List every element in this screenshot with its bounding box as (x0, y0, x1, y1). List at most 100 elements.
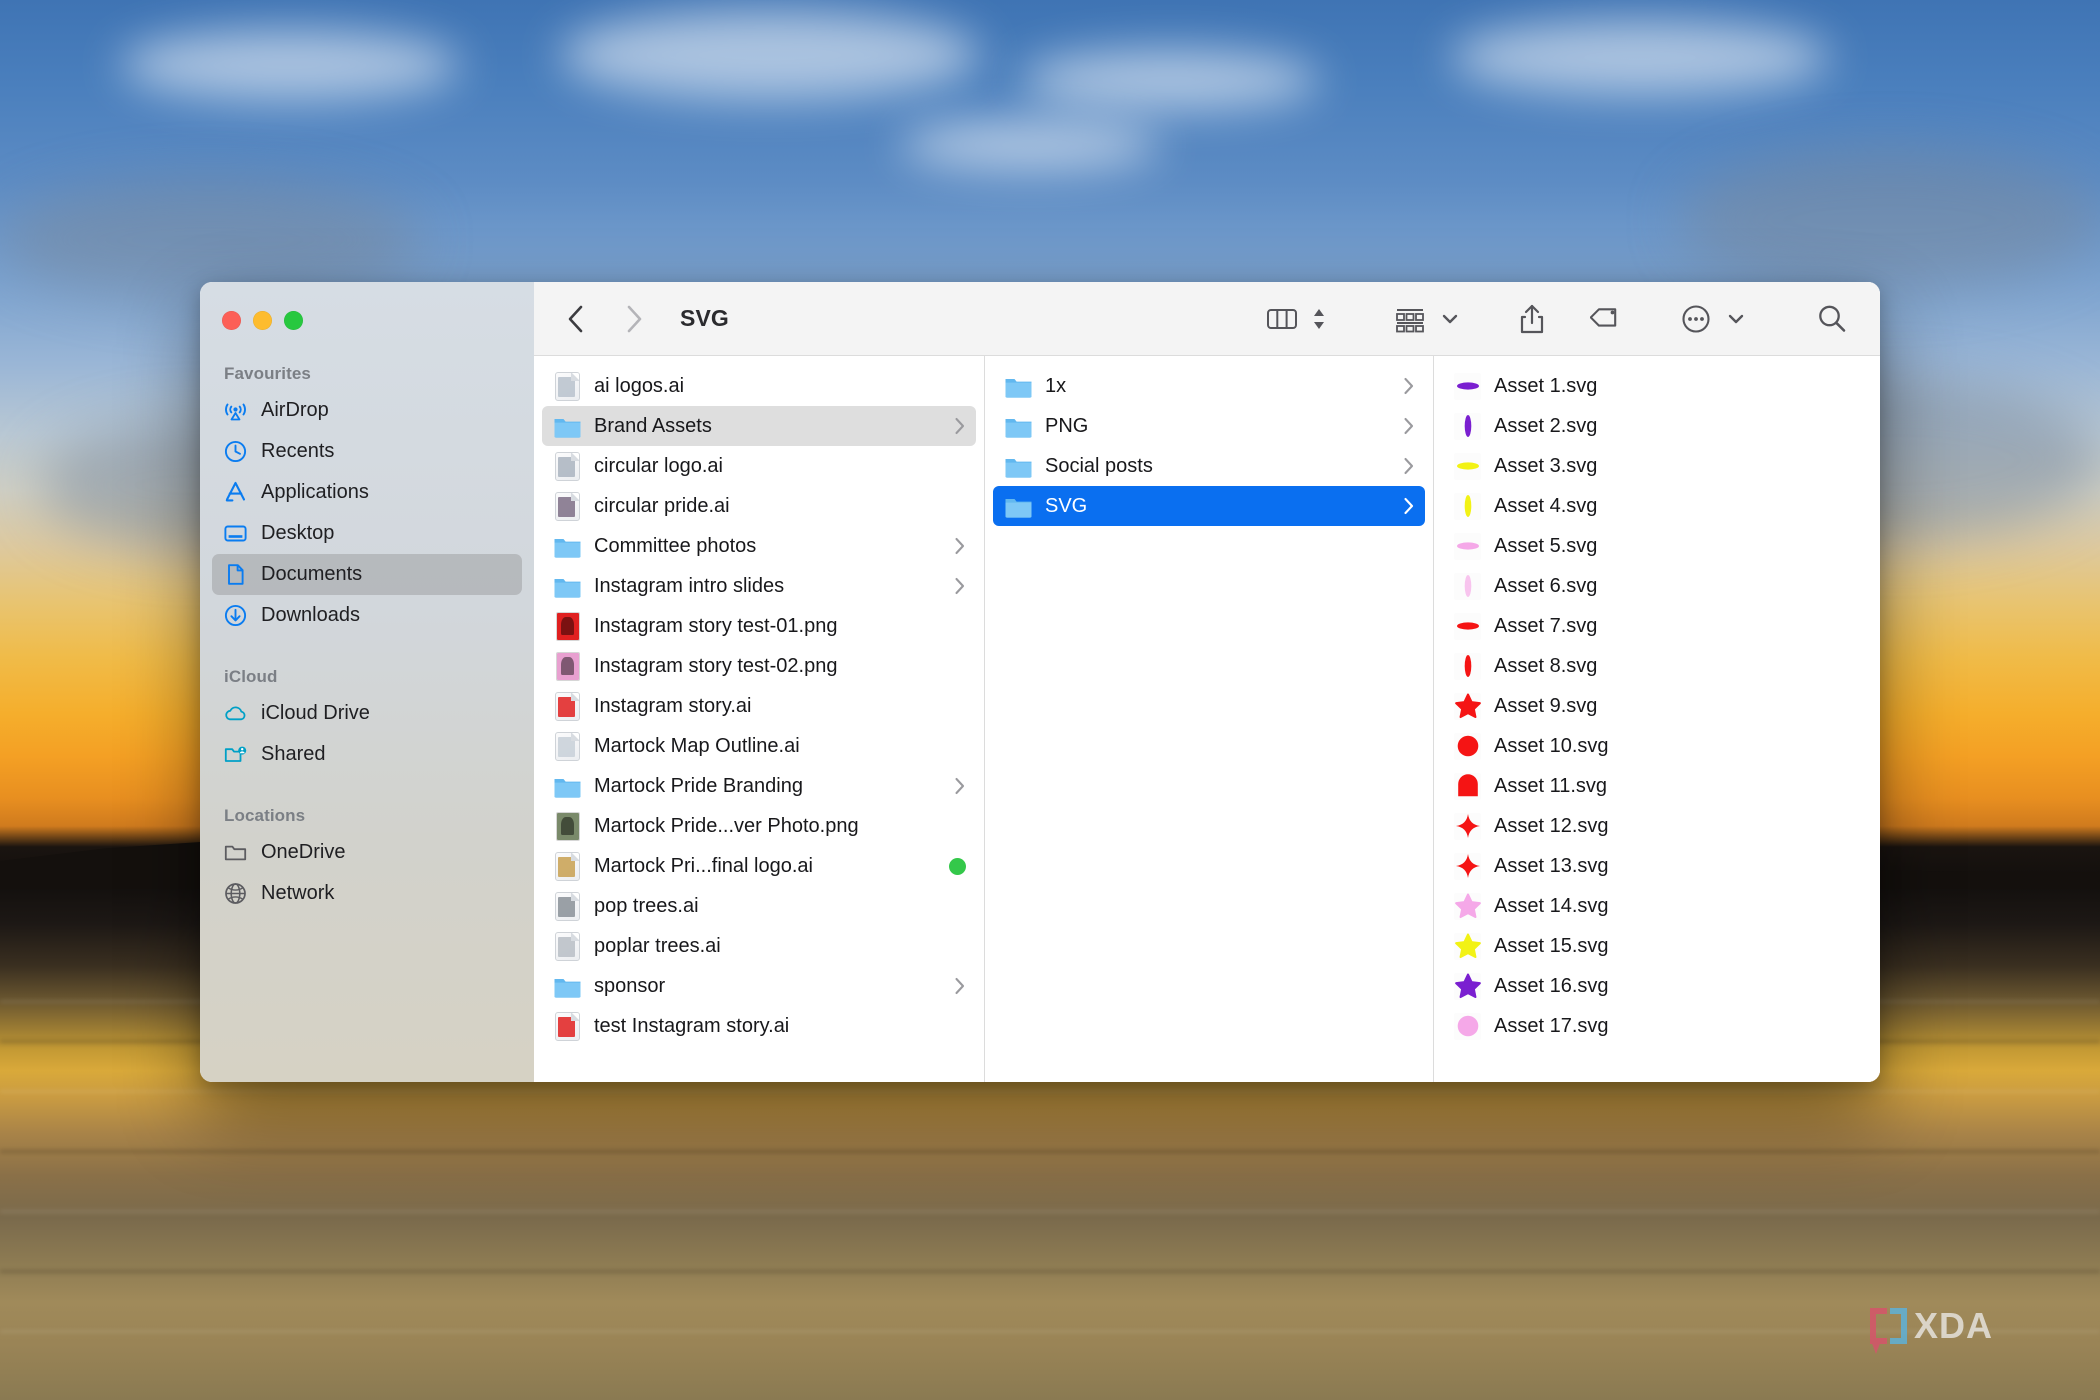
sidebar-section-header: Locations (200, 796, 534, 832)
folder-row[interactable]: PNG (993, 406, 1425, 446)
share-button[interactable] (1510, 297, 1554, 341)
svg-thumbnail (1454, 453, 1481, 480)
file-row[interactable]: Asset 8.svg (1442, 646, 1872, 686)
file-row[interactable]: Instagram story.ai (542, 686, 976, 726)
file-name-label: ai logos.ai (594, 375, 966, 398)
file-row[interactable]: Martock Pride...ver Photo.png (542, 806, 976, 846)
file-name-label: Asset 5.svg (1494, 535, 1862, 558)
file-row[interactable]: Asset 17.svg (1442, 1006, 1872, 1046)
file-row[interactable]: Martock Map Outline.ai (542, 726, 976, 766)
cloud (120, 30, 460, 100)
file-row[interactable]: Asset 5.svg (1442, 526, 1872, 566)
tag-dot (949, 858, 966, 875)
group-by-button[interactable] (1388, 297, 1432, 341)
ai-file-icon (553, 1012, 582, 1041)
file-row[interactable]: Asset 6.svg (1442, 566, 1872, 606)
sidebar-item-label: OneDrive (261, 841, 345, 864)
folder-icon (553, 972, 582, 1001)
folder-outline-icon (223, 840, 248, 865)
file-row[interactable]: Asset 7.svg (1442, 606, 1872, 646)
ai-file-icon (553, 852, 582, 881)
column-2[interactable]: 1x PNG Social posts SVG (985, 356, 1434, 1082)
file-row[interactable]: Asset 3.svg (1442, 446, 1872, 486)
sidebar-spacer (200, 775, 534, 792)
svg-thumbnail (1454, 373, 1481, 400)
file-name-label: Brand Assets (594, 415, 945, 438)
folder-icon (1004, 372, 1033, 401)
file-row[interactable]: ai logos.ai (542, 366, 976, 406)
sidebar-item-shared[interactable]: Shared (212, 734, 522, 775)
file-row[interactable]: Asset 12.svg (1442, 806, 1872, 846)
back-button[interactable] (556, 299, 596, 339)
column-view-button[interactable] (1260, 297, 1304, 341)
png-file-icon (553, 612, 582, 641)
file-row[interactable]: test Instagram story.ai (542, 1006, 976, 1046)
file-row[interactable]: Asset 13.svg (1442, 846, 1872, 886)
more-controls (1674, 297, 1748, 341)
file-row[interactable]: Instagram story test-02.png (542, 646, 976, 686)
file-row[interactable]: Asset 1.svg (1442, 366, 1872, 406)
cloud (1020, 50, 1320, 110)
file-row[interactable]: poplar trees.ai (542, 926, 976, 966)
file-name-label: circular pride.ai (594, 495, 966, 518)
sidebar-item-recents[interactable]: Recents (212, 431, 522, 472)
sidebar-item-label: Applications (261, 481, 369, 504)
sidebar-item-label: Desktop (261, 522, 334, 545)
more-chevron-icon[interactable] (1724, 297, 1748, 341)
folder-row[interactable]: sponsor (542, 966, 976, 1006)
file-row[interactable]: pop trees.ai (542, 886, 976, 926)
file-name-label: Asset 3.svg (1494, 455, 1862, 478)
file-row[interactable]: Asset 10.svg (1442, 726, 1872, 766)
sidebar-item-onedrive[interactable]: OneDrive (212, 832, 522, 873)
file-row[interactable]: Asset 2.svg (1442, 406, 1872, 446)
file-row[interactable]: Asset 11.svg (1442, 766, 1872, 806)
sidebar-item-documents[interactable]: Documents (212, 554, 522, 595)
sidebar-item-downloads[interactable]: Downloads (212, 595, 522, 636)
sidebar-item-icloud-drive[interactable]: iCloud Drive (212, 693, 522, 734)
folder-row[interactable]: Martock Pride Branding (542, 766, 976, 806)
xda-wordmark: XDA (1914, 1305, 1993, 1347)
toolbar: SVG (534, 282, 1880, 356)
svg-thumbnail (1454, 853, 1481, 880)
folder-row[interactable]: SVG (993, 486, 1425, 526)
folder-row[interactable]: Social posts (993, 446, 1425, 486)
file-name-label: Asset 10.svg (1494, 735, 1862, 758)
file-row[interactable]: Asset 9.svg (1442, 686, 1872, 726)
png-thumbnail (556, 812, 580, 841)
tag-button[interactable] (1584, 297, 1628, 341)
column-3[interactable]: Asset 1.svgAsset 2.svg Asset 3.svg Asset 4… (1434, 356, 1880, 1082)
sidebar-item-airdrop[interactable]: AirDrop (212, 390, 522, 431)
more-options-button[interactable] (1674, 297, 1718, 341)
sidebar-item-applications[interactable]: Applications (212, 472, 522, 513)
chevron-right-icon (1402, 496, 1415, 516)
file-row[interactable]: Asset 4.svg (1442, 486, 1872, 526)
file-row[interactable]: Instagram story test-01.png (542, 606, 976, 646)
file-row[interactable]: circular pride.ai (542, 486, 976, 526)
folder-row[interactable]: 1x (993, 366, 1425, 406)
svg-file-icon (1453, 572, 1482, 601)
column-1[interactable]: ai logos.ai Brand Assets circular logo.a… (534, 356, 985, 1082)
cloud (560, 10, 980, 100)
file-row[interactable]: Asset 14.svg (1442, 886, 1872, 926)
close-window-button[interactable] (222, 311, 241, 330)
ai-file-thumbnail (555, 892, 580, 921)
file-row[interactable]: circular logo.ai (542, 446, 976, 486)
view-stepper-button[interactable] (1306, 297, 1332, 341)
sidebar-item-desktop[interactable]: Desktop (212, 513, 522, 554)
folder-row[interactable]: Instagram intro slides (542, 566, 976, 606)
file-row[interactable]: Asset 16.svg (1442, 966, 1872, 1006)
file-row[interactable]: Asset 15.svg (1442, 926, 1872, 966)
search-button[interactable] (1810, 297, 1854, 341)
folder-row[interactable]: Brand Assets (542, 406, 976, 446)
svg-file-icon (1453, 932, 1482, 961)
folder-row[interactable]: Committee photos (542, 526, 976, 566)
file-row[interactable]: Martock Pri...final logo.ai (542, 846, 976, 886)
sidebar-item-network[interactable]: Network (212, 873, 522, 914)
sidebar-item-label: iCloud Drive (261, 702, 370, 725)
forward-button[interactable] (614, 299, 654, 339)
file-name-label: Asset 16.svg (1494, 975, 1862, 998)
minimize-window-button[interactable] (253, 311, 272, 330)
maximize-window-button[interactable] (284, 311, 303, 330)
file-name-label: Social posts (1045, 455, 1394, 478)
group-by-chevron-icon[interactable] (1438, 297, 1462, 341)
